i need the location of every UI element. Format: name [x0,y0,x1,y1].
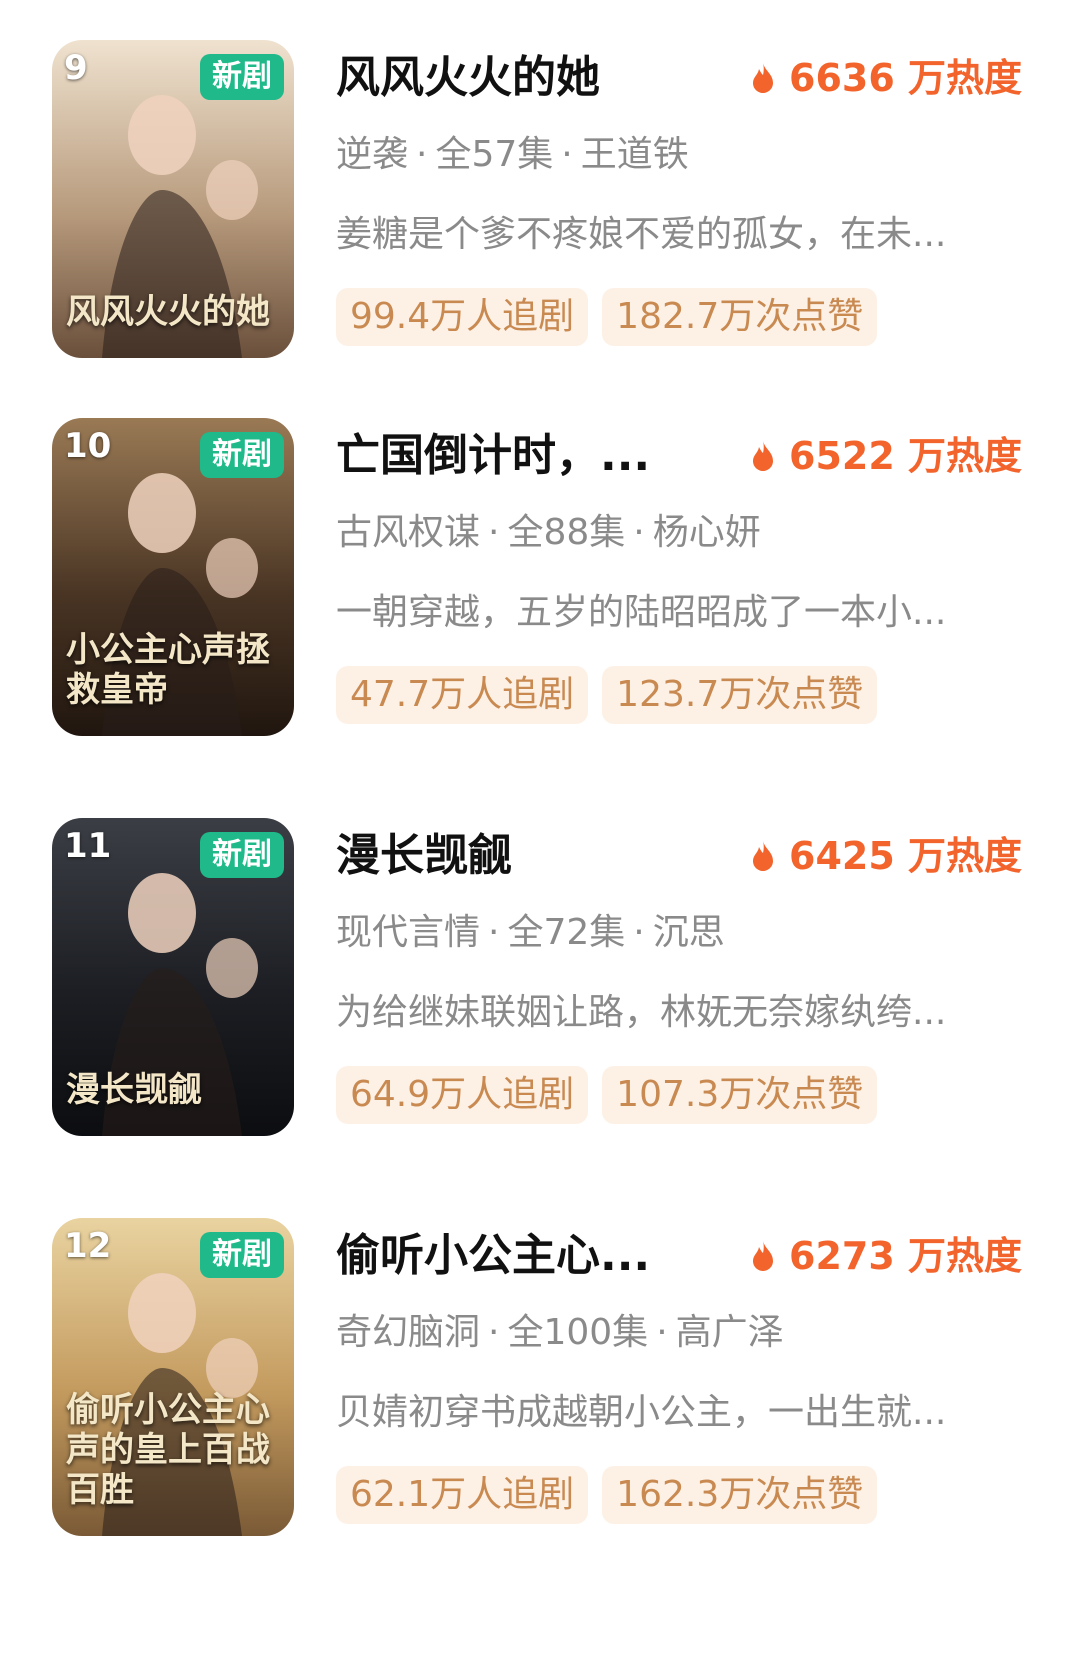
poster-title-art: 偷听小公主心声的皇上百战百胜 [66,1390,270,1510]
likes-tag: 182.7万次点赞 [602,288,878,346]
rank-number: 10 [64,426,112,466]
drama-list-item[interactable]: 11 新剧 漫长觊觎 漫长觊觎 6425 万热度 现代言情 · 全72集 · 沉思 为给… [0,818,1080,1178]
episodes-label: 全88集 [507,512,626,553]
new-badge: 新剧 [200,432,284,478]
separator-dot: · [656,1312,668,1353]
separator-dot: · [488,912,500,953]
likes-tag: 107.3万次点赞 [602,1066,878,1124]
separator-dot: · [633,512,645,553]
separator-dot: · [633,912,645,953]
heat-indicator: 6522 万热度 [751,432,1022,480]
actor-label: 杨心妍 [652,512,761,553]
new-badge: 新剧 [200,1232,284,1278]
flame-icon [753,841,773,871]
heat-value: 6522 万热度 [789,434,1022,478]
separator-dot: · [488,512,500,553]
genre-label: 现代言情 [336,912,481,953]
likes-tag: 162.3万次点赞 [602,1466,878,1524]
drama-title[interactable]: 亡国倒计时，... [336,428,716,484]
drama-meta: 古风权谋 · 全88集 · 杨心妍 [336,510,761,556]
drama-meta: 现代言情 · 全72集 · 沉思 [336,910,725,956]
drama-poster[interactable]: 10 新剧 小公主心声拯救皇帝 [52,418,294,736]
heat-indicator: 6425 万热度 [751,832,1022,880]
followers-tag: 99.4万人追剧 [336,288,589,346]
drama-poster[interactable]: 12 新剧 偷听小公主心声的皇上百战百胜 [52,1218,294,1536]
followers-tag: 47.7万人追剧 [336,666,589,724]
drama-title[interactable]: 漫长觊觎 [336,828,716,884]
followers-tag: 64.9万人追剧 [336,1066,589,1124]
genre-label: 逆袭 [336,134,409,175]
episodes-label: 全100集 [507,1312,649,1353]
rank-number: 9 [64,48,88,88]
followers-tag: 62.1万人追剧 [336,1466,589,1524]
drama-list-item[interactable]: 12 新剧 偷听小公主心声的皇上百战百胜 偷听小公主心... 6273 万热度 … [0,1218,1080,1578]
actor-label: 沉思 [652,912,725,953]
heat-indicator: 6636 万热度 [751,54,1022,102]
episodes-label: 全57集 [435,134,554,175]
episodes-label: 全72集 [507,912,626,953]
stats-tags: 47.7万人追剧 123.7万次点赞 [336,666,891,724]
flame-icon [753,63,773,93]
rank-number: 11 [64,826,112,866]
genre-label: 古风权谋 [336,512,481,553]
flame-icon [753,1241,773,1271]
drama-meta: 逆袭 · 全57集 · 王道铁 [336,132,689,178]
poster-title-art: 小公主心声拯救皇帝 [66,630,270,710]
heat-value: 6636 万热度 [789,56,1022,100]
poster-title-art: 漫长觊觎 [66,1070,202,1110]
drama-meta: 奇幻脑洞 · 全100集 · 高广泽 [336,1310,784,1356]
actor-label: 高广泽 [675,1312,784,1353]
drama-title[interactable]: 偷听小公主心... [336,1228,716,1284]
stats-tags: 62.1万人追剧 162.3万次点赞 [336,1466,891,1524]
actor-label: 王道铁 [580,134,689,175]
drama-title[interactable]: 风风火火的她 [336,50,716,106]
new-badge: 新剧 [200,832,284,878]
stats-tags: 64.9万人追剧 107.3万次点赞 [336,1066,891,1124]
drama-description: 贝婧初穿书成越朝小公主，一出生就... [336,1392,947,1433]
heat-value: 6425 万热度 [789,834,1022,878]
drama-list-item[interactable]: 10 新剧 小公主心声拯救皇帝 亡国倒计时，... 6522 万热度 古风权谋 ·… [0,418,1080,778]
heat-indicator: 6273 万热度 [751,1232,1022,1280]
drama-description: 为给继妹联姻让路，林妩无奈嫁纨绔... [336,992,947,1033]
stats-tags: 99.4万人追剧 182.7万次点赞 [336,288,891,346]
heat-value: 6273 万热度 [789,1234,1022,1278]
flame-icon [753,441,773,471]
genre-label: 奇幻脑洞 [336,1312,481,1353]
separator-dot: · [416,134,428,175]
poster-title-art: 风风火火的她 [66,292,270,332]
rank-number: 12 [64,1226,112,1266]
separator-dot: · [488,1312,500,1353]
drama-list-item[interactable]: 9 新剧 风风火火的她 风风火火的她 6636 万热度 逆袭 · 全57集 · 王道铁 … [0,40,1080,400]
drama-poster[interactable]: 9 新剧 风风火火的她 [52,40,294,358]
separator-dot: · [561,134,573,175]
new-badge: 新剧 [200,54,284,100]
likes-tag: 123.7万次点赞 [602,666,878,724]
drama-poster[interactable]: 11 新剧 漫长觊觎 [52,818,294,1136]
drama-ranking-list: 9 新剧 风风火火的她 风风火火的她 6636 万热度 逆袭 · 全57集 · 王道铁 … [0,0,1080,1666]
drama-description: 姜糖是个爹不疼娘不爱的孤女，在未... [336,214,947,255]
drama-description: 一朝穿越，五岁的陆昭昭成了一本小... [336,592,947,633]
